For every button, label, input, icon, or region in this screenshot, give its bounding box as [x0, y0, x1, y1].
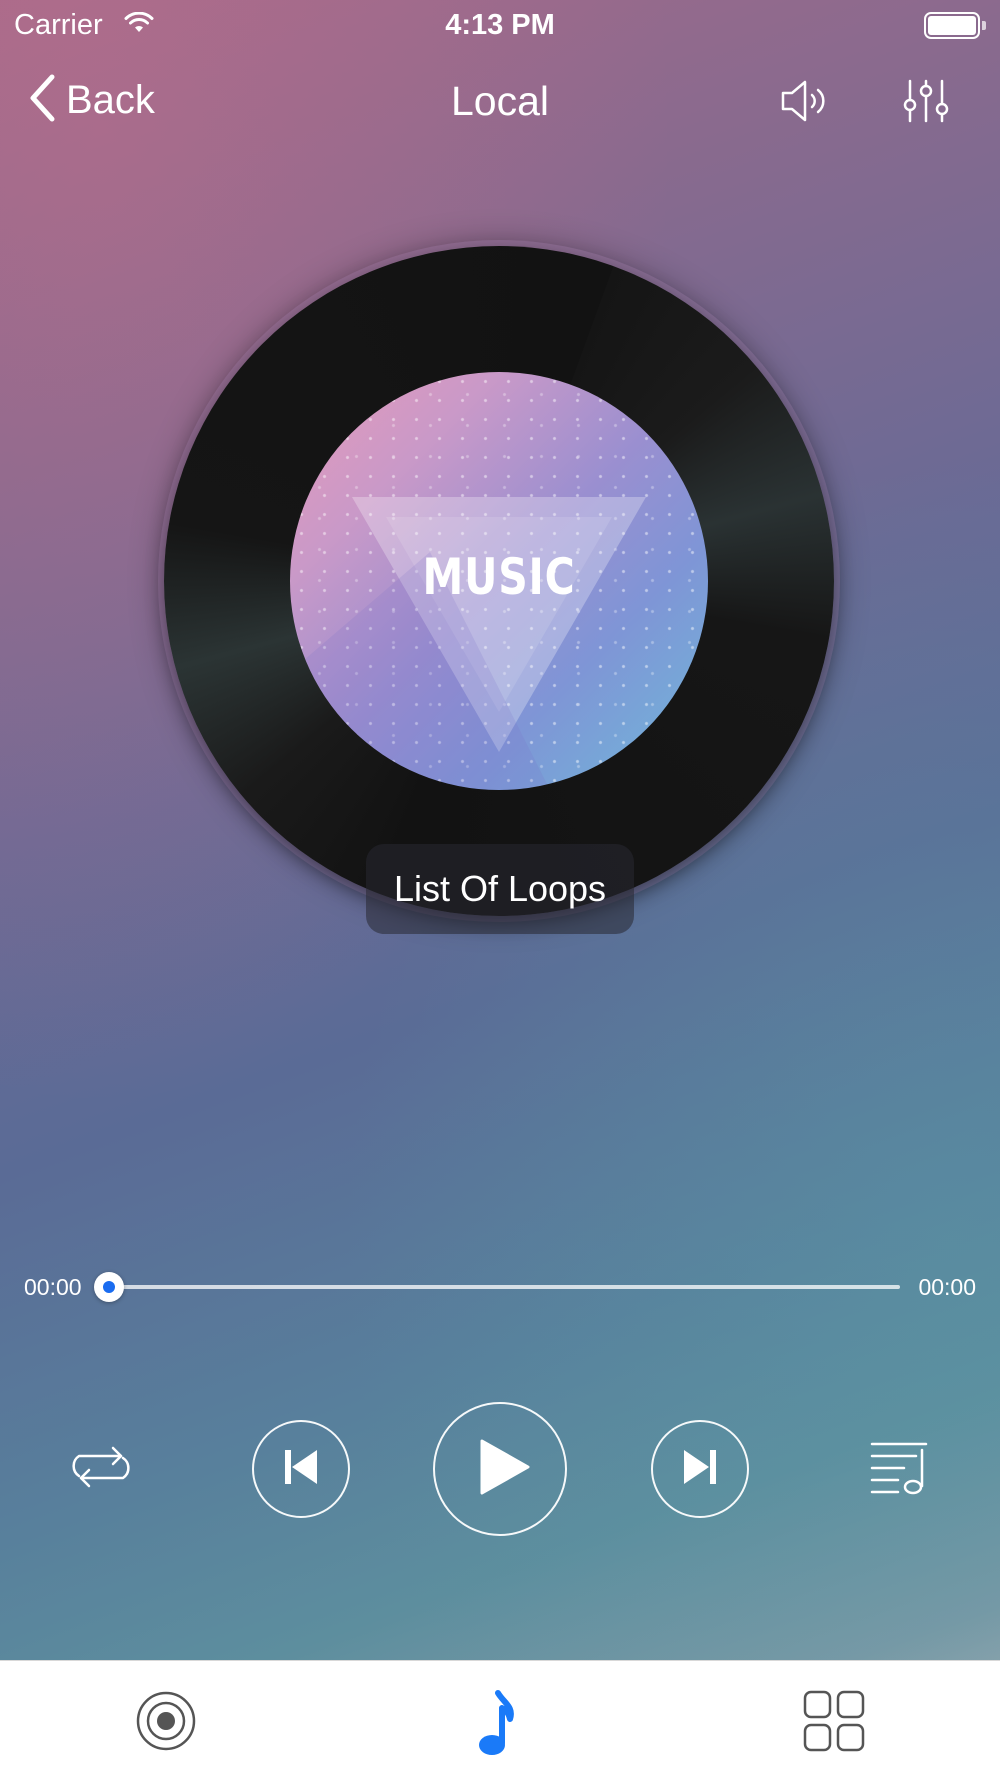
playlist-icon	[868, 1436, 930, 1503]
battery-icon	[924, 12, 986, 39]
grid-icon	[802, 1690, 866, 1757]
song-title-pill: List Of Loops	[366, 844, 634, 934]
previous-button[interactable]	[252, 1420, 350, 1518]
elapsed-time: 00:00	[24, 1274, 82, 1300]
play-icon	[478, 1439, 530, 1500]
tab-bar	[0, 1660, 1000, 1778]
album-art: MUSIC	[290, 372, 708, 790]
music-note-icon	[468, 1690, 532, 1763]
back-button[interactable]: Back	[28, 73, 155, 128]
play-button[interactable]	[433, 1402, 567, 1536]
repeat-icon	[69, 1442, 133, 1497]
back-label: Back	[66, 77, 155, 122]
nav-bar: Back Local	[0, 60, 1000, 140]
volume-icon[interactable]	[780, 78, 832, 124]
song-title: List Of Loops	[393, 868, 607, 909]
tab-apps[interactable]	[802, 1689, 866, 1753]
chevron-left-icon	[28, 73, 56, 128]
next-button[interactable]	[651, 1420, 749, 1518]
tab-music[interactable]	[468, 1689, 532, 1755]
album-art-text: MUSIC	[422, 548, 576, 606]
status-time: 4:13 PM	[445, 9, 555, 41]
progress-track[interactable]	[108, 1285, 900, 1289]
duration-time: 00:00	[918, 1274, 976, 1300]
tab-radio[interactable]	[134, 1689, 198, 1753]
radio-target-icon	[134, 1691, 198, 1757]
page-title: Local	[450, 78, 549, 124]
status-bar: Carrier 4:13 PM	[0, 0, 1000, 50]
next-icon	[680, 1447, 720, 1492]
repeat-button[interactable]	[66, 1434, 136, 1504]
progress-thumb[interactable]	[94, 1272, 124, 1302]
equalizer-icon[interactable]	[902, 78, 954, 124]
previous-icon	[281, 1447, 321, 1492]
playlist-button[interactable]	[864, 1434, 934, 1504]
